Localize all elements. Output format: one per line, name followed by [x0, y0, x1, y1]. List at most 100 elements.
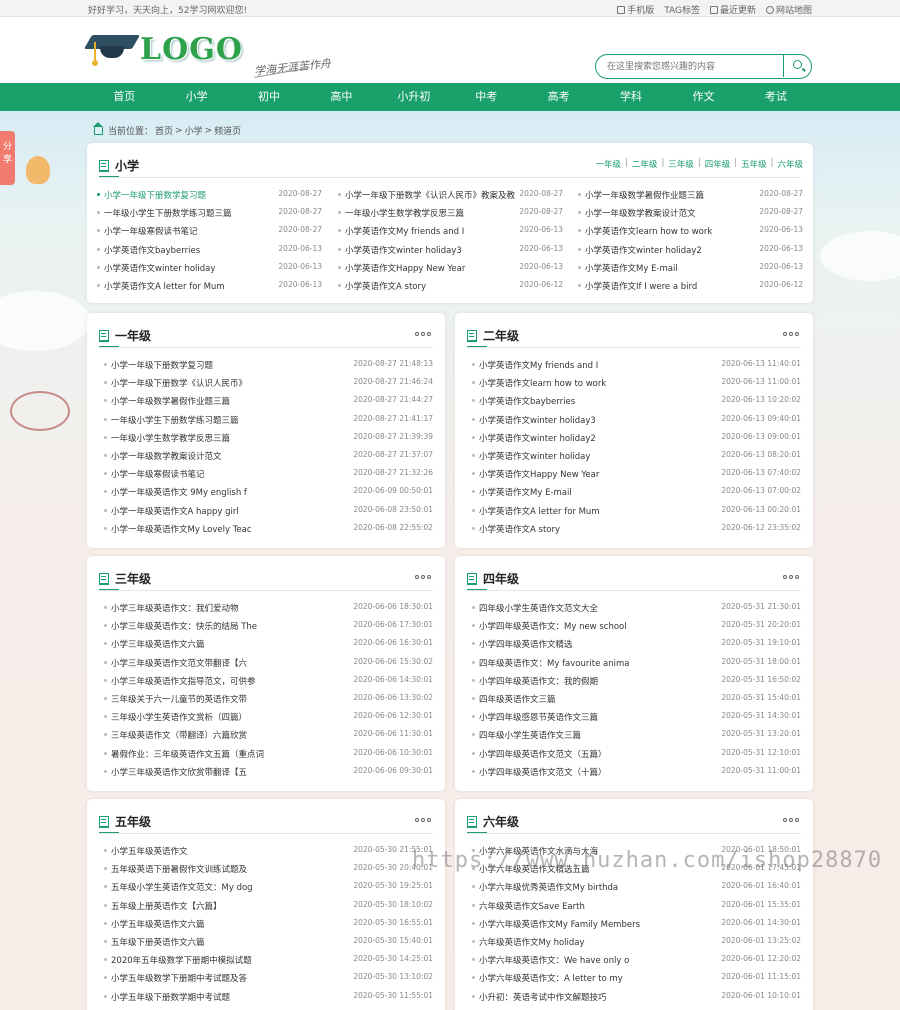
list-item[interactable]: 小学四年级英语作文范文（十篇） 2020-05-31 11:00:01	[472, 766, 801, 778]
grade-link-5[interactable]: 五年级	[741, 158, 767, 170]
list-item[interactable]: 小学英语作文winter holiday3 2020-06-13	[338, 244, 563, 256]
list-item[interactable]: 小学英语作文winter holiday3 2020-06-13 09:40:01	[472, 414, 801, 426]
tag-link[interactable]: TAG标签	[664, 3, 700, 16]
list-item[interactable]: 小学一年级下册数学复习题 2020-08-27	[97, 189, 322, 201]
grade-link-3[interactable]: 三年级	[668, 158, 694, 170]
list-item[interactable]: 小学三年级英语作文：我们爱动物 2020-06-06 18:30:01	[104, 602, 433, 614]
list-item[interactable]: 小学一年级下册数学《认识人民币》 2020-08-27 21:46:24	[104, 377, 433, 389]
list-item[interactable]: 小学英语作文learn how to work 2020-06-13	[578, 225, 803, 237]
list-item[interactable]: 小学五年级英语作文六篇 2020-05-30 16:55:01	[104, 918, 433, 930]
more-icon[interactable]	[415, 575, 431, 579]
list-item[interactable]: 2020年五年级数学下册期中模拟试题 2020-05-30 14:25:01	[104, 954, 433, 966]
more-icon[interactable]	[415, 818, 431, 822]
nav-item-senior[interactable]: 高中	[305, 83, 377, 111]
list-item[interactable]: 小学一年级数学教案设计范文 2020-08-27 21:37:07	[104, 450, 433, 462]
nav-item-essay[interactable]: 作文	[667, 83, 739, 111]
list-item[interactable]: 小学英语作文A letter for Mum 2020-06-13	[97, 280, 322, 292]
list-item[interactable]: 小学五年级下册数学期中考试题 2020-05-30 11:55:01	[104, 991, 433, 1003]
nav-item-junior[interactable]: 初中	[233, 83, 305, 111]
nav-item-primary[interactable]: 小学	[160, 83, 232, 111]
nav-item-subject[interactable]: 学科	[595, 83, 667, 111]
list-item[interactable]: 三年级英语作文（带翻译）六篇欣赏 2020-06-06 11:30:01	[104, 729, 433, 741]
list-item[interactable]: 小学英语作文winter holiday2 2020-06-13 09:00:01	[472, 432, 801, 444]
list-item[interactable]: 小学一年级寒假读书笔记 2020-08-27	[97, 225, 322, 237]
list-item[interactable]: 小学英语作文A letter for Mum 2020-06-13 00:20:0…	[472, 505, 801, 517]
list-item[interactable]: 小学英语作文bayberries 2020-06-13	[97, 244, 322, 256]
list-item[interactable]: 六年级英语作文Save Earth 2020-06-01 15:35:01	[472, 900, 801, 912]
list-item[interactable]: 小学四年级英语作文：My new school 2020-05-31 20:20:…	[472, 620, 801, 632]
list-item[interactable]: 小学英语作文My E-mail 2020-06-13	[578, 262, 803, 274]
list-item[interactable]: 小学一年级下册数学《认识人民币》教案及教 2020-08-27	[338, 189, 563, 201]
list-item[interactable]: 三年级关于六一儿童节的英语作文带 2020-06-06 13:30:02	[104, 693, 433, 705]
list-item[interactable]: 小学英语作文My friends and I 2020-06-13 11:40:0…	[472, 359, 801, 371]
list-item[interactable]: 小学一年级数学暑假作业题三篇 2020-08-27 21:44:27	[104, 395, 433, 407]
list-item[interactable]: 小学英语作文A story 2020-06-12 23:35:02	[472, 523, 801, 535]
list-item[interactable]: 小学英语作文Happy New Year 2020-06-13 07:40:02	[472, 468, 801, 480]
list-item[interactable]: 小学五年级数学下册期中考试题及答 2020-05-30 13:10:02	[104, 972, 433, 984]
list-item[interactable]: 小学一年级下册数学复习题 2020-08-27 21:48:13	[104, 359, 433, 371]
list-item[interactable]: 一年级小学生下册数学练习题三篇 2020-08-27	[97, 207, 322, 219]
list-item[interactable]: 一年级小学生数学教学反思三篇 2020-08-27 21:39:39	[104, 432, 433, 444]
list-item[interactable]: 小学英语作文bayberries 2020-06-13 10:20:02	[472, 395, 801, 407]
list-item[interactable]: 小学英语作文My friends and I 2020-06-13	[338, 225, 563, 237]
list-item[interactable]: 五年级上册英语作文【六篇】 2020-05-30 18:10:02	[104, 900, 433, 912]
recent-link[interactable]: 最近更新	[709, 3, 756, 16]
list-item[interactable]: 小学英语作文My E-mail 2020-06-13 07:00:02	[472, 486, 801, 498]
list-item[interactable]: 小学一年级寒假读书笔记 2020-08-27 21:32:26	[104, 468, 433, 480]
list-item[interactable]: 四年级小学生英语作文三篇 2020-05-31 13:20:01	[472, 729, 801, 741]
list-item[interactable]: 小学一年级英语作文A happy girl 2020-06-08 23:50:01	[104, 505, 433, 517]
list-item[interactable]: 五年级英语下册暑假作文训练试题及 2020-05-30 20:40:01	[104, 863, 433, 875]
list-item[interactable]: 小学三年级英语作文六篇 2020-06-06 16:30:01	[104, 638, 433, 650]
list-item[interactable]: 暑假作业：三年级英语作文五篇（重点词 2020-06-06 10:30:01	[104, 748, 433, 760]
search-button[interactable]	[783, 55, 811, 77]
more-icon[interactable]	[783, 332, 799, 336]
list-item[interactable]: 四年级英语作文三篇 2020-05-31 15:40:01	[472, 693, 801, 705]
list-item[interactable]: 小学四年级感恩节英语作文三篇 2020-05-31 14:30:01	[472, 711, 801, 723]
more-icon[interactable]	[783, 575, 799, 579]
search-input[interactable]	[607, 61, 767, 71]
share-tab[interactable]: 分享	[0, 131, 15, 185]
nav-item-home[interactable]: 首页	[88, 83, 160, 111]
list-item[interactable]: 小学六年级优秀英语作文My birthda 2020-06-01 16:40:01	[472, 881, 801, 893]
list-item[interactable]: 小学英语作文Happy New Year 2020-06-13	[338, 262, 563, 274]
list-item[interactable]: 小学英语作文If I were a bird 2020-06-12	[578, 280, 803, 292]
list-item[interactable]: 三年级小学生英语作文赏析（四篇） 2020-06-06 12:30:01	[104, 711, 433, 723]
nav-item-xsc[interactable]: 小升初	[378, 83, 450, 111]
list-item[interactable]: 小学六年级英语作文：A letter to my 2020-06-01 11:15…	[472, 972, 801, 984]
list-item[interactable]: 一年级小学生下册数学练习题三篇 2020-08-27 21:41:17	[104, 414, 433, 426]
grade-link-4[interactable]: 四年级	[705, 158, 731, 170]
list-item[interactable]: 小学五年级英语作文 2020-05-30 21:55:01	[104, 845, 433, 857]
list-item[interactable]: 小学英语作文winter holiday 2020-06-13	[97, 262, 322, 274]
nav-item-exam[interactable]: 考试	[740, 83, 812, 111]
list-item[interactable]: 四年级小学生英语作文范文大全 2020-05-31 21:30:01	[472, 602, 801, 614]
list-item[interactable]: 小学三年级英语作文范文带翻译【六 2020-06-06 15:30:02	[104, 657, 433, 669]
list-item[interactable]: 小学六年级英语作文：We have only o 2020-06-01 12:20…	[472, 954, 801, 966]
more-icon[interactable]	[783, 818, 799, 822]
grade-link-1[interactable]: 一年级	[596, 158, 622, 170]
site-logo[interactable]: LOGO	[83, 29, 243, 69]
list-item[interactable]: 小学一年级英语作文 9My english f 2020-06-09 00:50:…	[104, 486, 433, 498]
list-item[interactable]: 小学一年级英语作文My Lovely Teac 2020-06-08 22:55:…	[104, 523, 433, 535]
mobile-link[interactable]: 手机版	[617, 3, 654, 16]
nav-item-gaokao[interactable]: 高考	[522, 83, 594, 111]
breadcrumb-primary[interactable]: 小学	[185, 124, 203, 137]
list-item[interactable]: 小学三年级英语作文：快乐的结局 The 2020-06-06 17:30:01	[104, 620, 433, 632]
sitemap-link[interactable]: 网站地图	[765, 3, 812, 16]
list-item[interactable]: 小学英语作文winter holiday 2020-06-13 08:20:01	[472, 450, 801, 462]
list-item[interactable]: 小学四年级英语作文：我的假期 2020-05-31 16:50:02	[472, 675, 801, 687]
nav-item-zhongkao[interactable]: 中考	[450, 83, 522, 111]
list-item[interactable]: 一年级小学生数学教学反思三篇 2020-08-27	[338, 207, 563, 219]
list-item[interactable]: 小学四年级英语作文范文（五篇） 2020-05-31 12:10:01	[472, 748, 801, 760]
list-item[interactable]: 小升初：英语考试中作文解题技巧 2020-06-01 10:10:01	[472, 991, 801, 1003]
list-item[interactable]: 小学三年级英语作文欣赏带翻译【五 2020-06-06 09:30:01	[104, 766, 433, 778]
list-item[interactable]: 小学四年级英语作文精选 2020-05-31 19:10:01	[472, 638, 801, 650]
list-item[interactable]: 六年级英语作文My holiday 2020-06-01 13:25:02	[472, 936, 801, 948]
list-item[interactable]: 四年级英语作文：My favourite anima 2020-05-31 18:…	[472, 657, 801, 669]
list-item[interactable]: 小学英语作文winter holiday2 2020-06-13	[578, 244, 803, 256]
list-item[interactable]: 五年级下册英语作文六篇 2020-05-30 15:40:01	[104, 936, 433, 948]
list-item[interactable]: 小学英语作文A story 2020-06-12	[338, 280, 563, 292]
grade-link-6[interactable]: 六年级	[777, 158, 803, 170]
list-item[interactable]: 小学六年级英语作文My Family Members 2020-06-01 14:…	[472, 918, 801, 930]
more-icon[interactable]	[415, 332, 431, 336]
breadcrumb-home[interactable]: 首页	[155, 124, 173, 137]
